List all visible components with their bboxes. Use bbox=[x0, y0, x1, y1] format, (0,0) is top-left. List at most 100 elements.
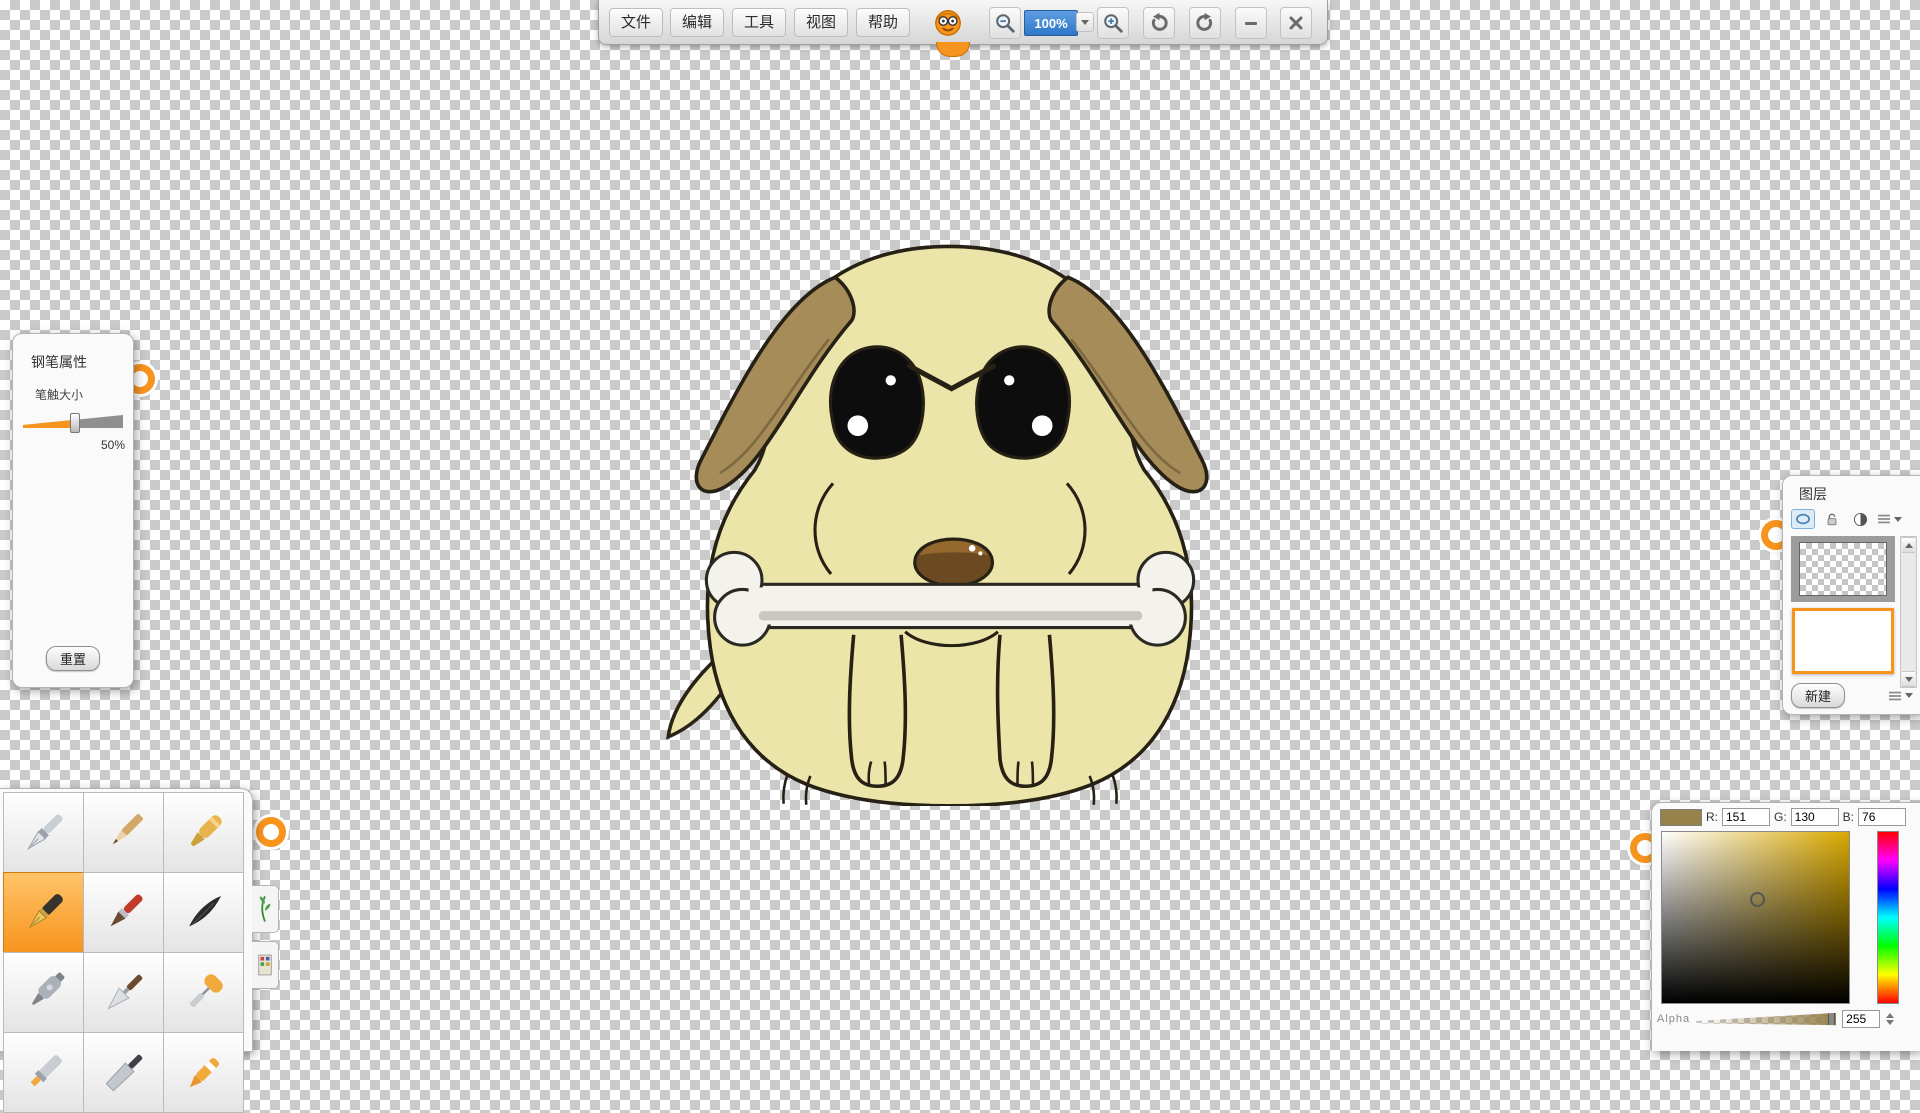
tool-paint-tube[interactable] bbox=[3, 1032, 84, 1113]
caret-down-icon bbox=[1905, 693, 1913, 698]
top-toolbar: 文件 编辑 工具 视图 帮助 bbox=[598, 0, 1328, 45]
blend-mode-icon[interactable] bbox=[1849, 510, 1871, 528]
pen-panel-title: 钢笔属性 bbox=[31, 352, 87, 372]
alpha-slider-thumb[interactable] bbox=[1828, 1011, 1835, 1029]
current-color-swatch[interactable] bbox=[1660, 809, 1702, 826]
panel-grip-icon[interactable] bbox=[1761, 520, 1791, 550]
tool-wood-pencil[interactable] bbox=[83, 792, 164, 873]
lock-icon[interactable] bbox=[1821, 510, 1843, 528]
zoom-dropdown-button[interactable] bbox=[1076, 12, 1094, 32]
minimize-icon bbox=[1242, 14, 1260, 32]
redo-button[interactable] bbox=[1189, 7, 1221, 39]
stamp-icon bbox=[256, 952, 274, 978]
layers-panel: 图层 新建 bbox=[1782, 475, 1920, 715]
scroll-up-button[interactable] bbox=[1902, 537, 1915, 553]
b-label: B: bbox=[1843, 810, 1854, 824]
dog-right-eye bbox=[977, 347, 1070, 458]
undo-button[interactable] bbox=[1143, 7, 1175, 39]
rgb-row: R: G: B: bbox=[1660, 808, 1906, 826]
r-input[interactable] bbox=[1722, 808, 1770, 826]
alpha-label: Alpha bbox=[1657, 1013, 1690, 1025]
spinner-down-icon bbox=[1886, 1020, 1894, 1025]
list-icon bbox=[1888, 690, 1902, 702]
b-input[interactable] bbox=[1858, 808, 1906, 826]
canvas-artwork-dog[interactable] bbox=[660, 238, 1240, 806]
tool-steel-nib-pen[interactable] bbox=[3, 792, 84, 873]
minimize-button[interactable] bbox=[1235, 7, 1267, 39]
tool-putty-knife[interactable] bbox=[83, 1032, 164, 1113]
reset-button[interactable]: 重置 bbox=[46, 646, 100, 671]
panel-grip-icon[interactable] bbox=[1630, 833, 1660, 863]
dog-left-leg bbox=[849, 635, 905, 786]
zoom-in-icon bbox=[1102, 12, 1124, 34]
arrow-up-icon bbox=[1905, 543, 1913, 548]
tool-crayon[interactable] bbox=[163, 1032, 244, 1113]
layers-menu-button[interactable] bbox=[1877, 513, 1902, 525]
alpha-row: Alpha bbox=[1657, 1009, 1915, 1029]
app-window: { "toolbar": { "menus": ["文件", "编辑", "工具… bbox=[0, 0, 1920, 1050]
close-icon bbox=[1287, 14, 1305, 32]
undo-icon bbox=[1148, 12, 1170, 34]
tool-paint-roller[interactable] bbox=[163, 952, 244, 1033]
layer-item-white[interactable] bbox=[1791, 608, 1895, 674]
tool-fountain-pen[interactable] bbox=[3, 872, 84, 953]
color-picker-panel: R: G: B: Alpha bbox=[1651, 802, 1920, 1051]
brush-size-label: 笔触大小 bbox=[35, 386, 83, 403]
tools-palette bbox=[0, 788, 253, 1052]
caret-down-icon bbox=[1081, 20, 1089, 25]
caret-down-icon bbox=[1894, 517, 1902, 522]
layer-select-icon[interactable] bbox=[1791, 509, 1815, 529]
hue-slider[interactable] bbox=[1877, 831, 1899, 1004]
zoom-level-input[interactable] bbox=[1024, 10, 1078, 36]
foliage-icon bbox=[256, 892, 274, 926]
menu-file[interactable]: 文件 bbox=[609, 8, 663, 37]
zoom-out-icon bbox=[994, 12, 1016, 34]
tool-palette-knife[interactable] bbox=[83, 952, 164, 1033]
spinner-up-icon bbox=[1886, 1013, 1894, 1018]
alpha-spinner[interactable] bbox=[1886, 1013, 1894, 1025]
dog-right-leg bbox=[998, 635, 1054, 786]
logo-drip-decoration bbox=[936, 42, 970, 57]
layers-panel-title: 图层 bbox=[1799, 484, 1827, 504]
menu-view[interactable]: 视图 bbox=[794, 8, 848, 37]
list-icon bbox=[1877, 513, 1891, 525]
close-button[interactable] bbox=[1280, 7, 1312, 39]
redo-icon bbox=[1194, 12, 1216, 34]
tool-gold-marker[interactable] bbox=[163, 792, 244, 873]
tool-airbrush[interactable] bbox=[3, 952, 84, 1033]
alpha-input[interactable] bbox=[1842, 1010, 1880, 1028]
layers-toolbar bbox=[1791, 508, 1902, 530]
layers-options-button[interactable] bbox=[1888, 690, 1913, 702]
layers-list bbox=[1791, 536, 1895, 686]
app-logo-icon[interactable] bbox=[933, 7, 963, 37]
menu-edit[interactable]: 编辑 bbox=[670, 8, 724, 37]
new-layer-button[interactable]: 新建 bbox=[1791, 683, 1845, 708]
alpha-slider[interactable] bbox=[1696, 1011, 1836, 1027]
saturation-value-picker[interactable] bbox=[1661, 831, 1850, 1004]
r-label: R: bbox=[1706, 810, 1718, 824]
layers-bottom-bar: 新建 bbox=[1791, 683, 1913, 708]
tools-side-strip bbox=[252, 885, 278, 997]
panel-grip-icon[interactable] bbox=[125, 364, 155, 394]
pen-properties-panel: 钢笔属性 笔触大小 50% 重置 bbox=[12, 333, 134, 688]
color-picker-marker[interactable] bbox=[1750, 892, 1765, 907]
alpha-gradient bbox=[1696, 1011, 1836, 1027]
zoom-in-button[interactable] bbox=[1097, 7, 1129, 39]
brush-size-slider[interactable] bbox=[23, 412, 123, 432]
g-input[interactable] bbox=[1791, 808, 1839, 826]
layers-scrollbar[interactable] bbox=[1900, 536, 1917, 688]
layer-item-transparent[interactable] bbox=[1791, 536, 1895, 602]
layer-thumbnail bbox=[1799, 542, 1887, 596]
brush-size-slider-thumb[interactable] bbox=[70, 413, 80, 433]
tools-grid bbox=[4, 793, 244, 1113]
zoom-out-button[interactable] bbox=[989, 7, 1021, 39]
tool-ink-quill[interactable] bbox=[163, 872, 244, 953]
tool-stamp[interactable] bbox=[252, 941, 279, 989]
tool-red-brush[interactable] bbox=[83, 872, 164, 953]
panel-grip-icon[interactable] bbox=[256, 817, 286, 847]
tool-foliage-brush[interactable] bbox=[252, 885, 279, 933]
arrow-down-icon bbox=[1905, 677, 1913, 682]
menu-help[interactable]: 帮助 bbox=[856, 8, 910, 37]
menu-tools[interactable]: 工具 bbox=[732, 8, 786, 37]
brush-size-value: 50% bbox=[13, 438, 125, 452]
